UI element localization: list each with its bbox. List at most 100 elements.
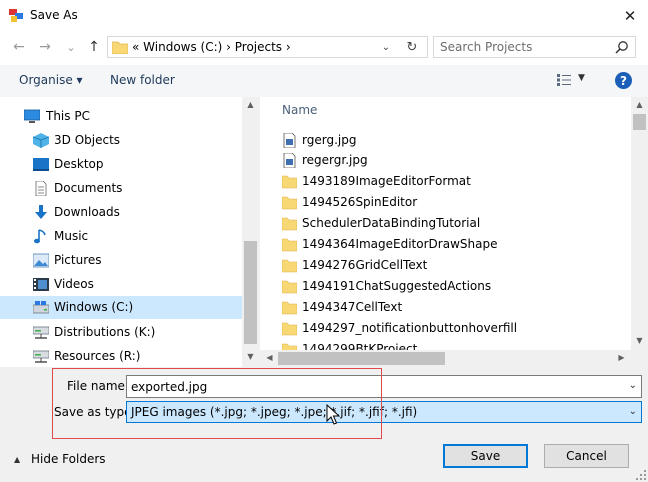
image-file-icon — [283, 153, 296, 168]
nav-item-label: Downloads — [54, 205, 120, 219]
nav-item-label: This PC — [46, 109, 90, 123]
folder-name: 1494276GridCellText — [302, 258, 428, 272]
nav-item-label: Documents — [54, 181, 123, 195]
folder-item[interactable]: 1494297_notificationbuttonhoverfill — [282, 318, 622, 338]
nav-item-downloads[interactable]: Downloads — [0, 201, 242, 224]
folder-icon — [282, 175, 297, 189]
pictures-icon — [33, 253, 49, 268]
chevron-up-icon[interactable]: ▲ — [14, 455, 20, 464]
search-input[interactable] — [440, 39, 610, 55]
navigation-pane: This PC 3D Objects Desktop Documents Dow… — [0, 97, 259, 367]
view-dropdown-icon[interactable]: ▼ — [578, 73, 585, 83]
folder-icon — [282, 301, 297, 315]
nav-item-videos[interactable]: Videos — [0, 273, 242, 296]
file-vertical-scroll-thumb[interactable] — [633, 114, 646, 130]
folder-icon — [282, 322, 297, 336]
drive-icon — [33, 301, 49, 314]
folder-name: 1494347CellText — [302, 300, 403, 314]
nav-item-desktop[interactable]: Desktop — [0, 153, 242, 176]
nav-item-label: Music — [54, 229, 89, 243]
pc-icon — [24, 109, 40, 123]
help-icon[interactable]: ? — [615, 72, 632, 89]
scrollbar-corner — [631, 350, 648, 367]
scroll-down-icon[interactable]: ▼ — [631, 336, 648, 345]
nav-item-this-pc[interactable]: This PC — [0, 105, 242, 128]
hide-folders-button[interactable]: Hide Folders — [31, 452, 106, 466]
folder-icon — [282, 238, 297, 252]
resize-grip-icon[interactable] — [636, 470, 646, 480]
folder-icon — [282, 259, 297, 273]
scroll-left-icon[interactable]: ◀ — [261, 353, 278, 362]
nav-item-label: Resources (R:) — [54, 349, 141, 363]
close-icon[interactable]: ✕ — [612, 0, 648, 31]
scroll-down-icon[interactable]: ▼ — [242, 352, 259, 361]
file-vertical-scrollbar[interactable]: ▲ ▼ — [631, 97, 648, 350]
chevron-down-icon[interactable]: ⌄ — [378, 39, 394, 55]
file-item[interactable]: rgerg.jpg — [282, 130, 622, 150]
folder-name: 1494299BtKProject — [302, 342, 418, 350]
save-as-type-value: JPEG images (*.jpg; *.jpeg; *.jpe; *.jif… — [131, 405, 418, 419]
image-file-icon — [283, 133, 296, 148]
folder-icon — [282, 196, 297, 210]
3d-objects-icon — [33, 133, 49, 148]
nav-item-label: 3D Objects — [54, 133, 121, 147]
address-path[interactable]: « Windows (C:) › Projects › — [132, 40, 291, 54]
nav-item-3d-objects[interactable]: 3D Objects — [0, 129, 242, 152]
folder-icon — [282, 280, 297, 294]
file-item[interactable]: regergr.jpg — [282, 150, 622, 170]
folder-name: 1494364ImageEditorDrawShape — [302, 237, 498, 251]
new-folder-button[interactable]: New folder — [110, 73, 175, 87]
title-bar — [0, 0, 648, 31]
scroll-up-icon[interactable]: ▲ — [242, 100, 259, 109]
chevron-down-icon[interactable]: ⌄ — [629, 380, 637, 391]
recent-locations-icon[interactable]: ⌄ — [62, 37, 80, 57]
view-details-icon[interactable] — [557, 74, 571, 86]
refresh-icon[interactable]: ↻ — [402, 38, 422, 56]
save-button[interactable]: Save — [443, 444, 528, 468]
nav-item-windows-c[interactable]: Windows (C:) — [0, 296, 242, 319]
folder-item[interactable]: 1493189ImageEditorFormat — [282, 171, 622, 191]
nav-item-label: Distributions (K:) — [54, 325, 156, 339]
file-horizontal-scroll-thumb[interactable] — [278, 352, 445, 365]
app-icon — [9, 9, 23, 22]
folder-item[interactable]: 1494364ImageEditorDrawShape — [282, 234, 622, 254]
folder-icon — [282, 217, 297, 231]
file-name: rgerg.jpg — [302, 133, 357, 147]
folder-name: 1494297_notificationbuttonhoverfill — [302, 321, 518, 335]
folder-item[interactable]: 1494276GridCellText — [282, 255, 622, 275]
file-name-input[interactable] — [131, 379, 611, 395]
folder-item[interactable]: 1494526SpinEditor — [282, 192, 622, 212]
nav-item-music[interactable]: Music — [0, 225, 242, 248]
organise-menu[interactable]: Organise ▾ — [19, 73, 83, 87]
forward-arrow-icon[interactable]: → — [36, 37, 54, 57]
address-bar[interactable]: « Windows (C:) › Projects › ⌄ ↻ — [107, 36, 428, 58]
cancel-button[interactable]: Cancel — [544, 444, 629, 468]
search-box[interactable] — [433, 36, 636, 58]
window-title: Save As — [30, 8, 78, 22]
back-arrow-icon[interactable]: ← — [10, 37, 28, 57]
file-name-combobox[interactable]: ⌄ — [126, 375, 642, 398]
save-as-type-select[interactable]: JPEG images (*.jpg; *.jpeg; *.jpe; *.jif… — [126, 401, 642, 423]
command-bar — [0, 65, 648, 97]
folder-item[interactable]: 1494191ChatSuggestedActions — [282, 276, 622, 296]
scroll-up-icon[interactable]: ▲ — [631, 100, 648, 109]
folder-item[interactable]: 1494299BtKProject — [282, 339, 622, 350]
navigation-scroll-thumb[interactable] — [244, 241, 257, 344]
scroll-right-icon[interactable]: ▶ — [613, 353, 630, 362]
downloads-icon — [35, 205, 47, 219]
search-icon[interactable] — [615, 40, 629, 54]
folder-item[interactable]: SchedulerDataBindingTutorial — [282, 213, 622, 233]
folder-name: SchedulerDataBindingTutorial — [302, 216, 481, 230]
up-arrow-icon[interactable]: ↑ — [85, 37, 103, 57]
nav-item-label: Videos — [54, 277, 94, 291]
nav-item-documents[interactable]: Documents — [0, 177, 242, 200]
desktop-icon — [33, 158, 49, 171]
nav-item-pictures[interactable]: Pictures — [0, 249, 242, 272]
nav-item-label: Desktop — [54, 157, 104, 171]
folder-item[interactable]: 1494347CellText — [282, 297, 622, 317]
nav-item-resources-r[interactable]: Resources (R:) — [0, 345, 242, 367]
folder-name: 1494191ChatSuggestedActions — [302, 279, 492, 293]
chevron-down-icon[interactable]: ⌄ — [629, 406, 637, 417]
nav-item-distributions-k[interactable]: Distributions (K:) — [0, 321, 242, 344]
name-column-header[interactable]: Name — [282, 103, 317, 117]
